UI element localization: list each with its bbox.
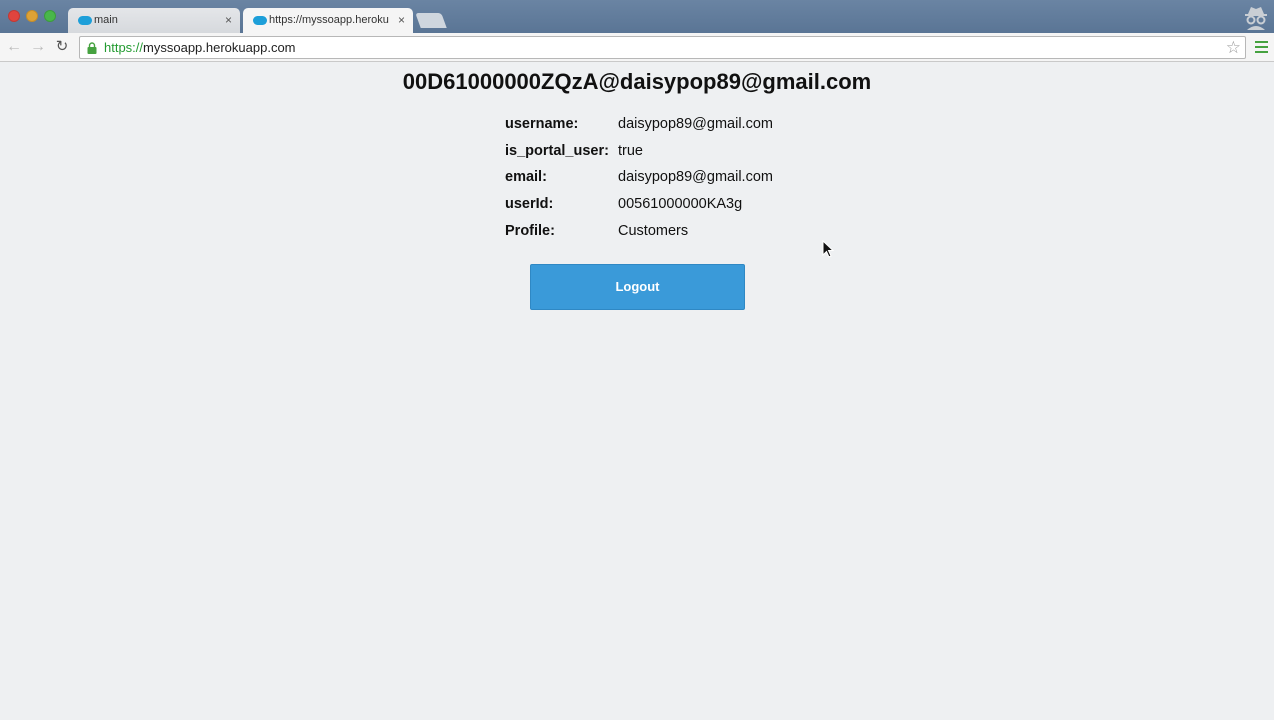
tab-close-icon[interactable]: × (398, 8, 405, 32)
tab-close-icon[interactable]: × (225, 8, 232, 32)
url-text: https://myssoapp.herokuapp.com (104, 37, 296, 58)
browser-toolbar: ← → ↻ https://myssoapp.herokuapp.com ☆ (0, 33, 1274, 62)
reload-icon[interactable]: ↻ (53, 38, 71, 56)
tab-label: main (94, 14, 118, 26)
window-maximize-button[interactable] (44, 10, 56, 22)
address-bar[interactable]: https://myssoapp.herokuapp.com ☆ (79, 36, 1246, 59)
logout-button[interactable]: Logout (530, 264, 745, 310)
lock-icon (87, 42, 97, 54)
incognito-icon (1245, 7, 1267, 30)
field-value: daisypop89@gmail.com (618, 169, 773, 186)
page-content: 00D61000000ZQzA@daisypop89@gmail.com use… (0, 63, 1274, 720)
field-value: Customers (618, 222, 689, 239)
browser-titlebar: main × https://myssoapp.herokuapp.com × (0, 0, 1274, 33)
field-label: username: (505, 116, 579, 132)
field-label: userId: (505, 196, 554, 213)
window-close-button[interactable] (8, 10, 20, 22)
field-value: true (618, 142, 643, 159)
page-title: 00D61000000ZQzA@daisypop89@gmail.com (402, 69, 872, 94)
field-value: 00561000000KA3g (618, 196, 743, 213)
salesforce-cloud-icon (78, 16, 92, 25)
browser-menu-icon[interactable] (1255, 41, 1268, 53)
tab-main[interactable]: main × (68, 8, 240, 33)
tab-myssoapp[interactable]: https://myssoapp.herokuapp.com × (243, 8, 413, 33)
window-minimize-button[interactable] (26, 10, 38, 22)
bookmark-star-icon[interactable]: ☆ (1226, 38, 1241, 58)
salesforce-cloud-icon (253, 16, 267, 25)
field-label: email: (505, 169, 547, 186)
field-label: is_portal_user: (505, 142, 609, 159)
url-host: myssoapp.herokuapp.com (143, 40, 296, 55)
mouse-cursor-icon (822, 240, 834, 258)
tab-label: https://myssoapp.herokuapp.com (269, 14, 389, 26)
back-arrow-icon[interactable]: ← (5, 38, 23, 56)
forward-arrow-icon[interactable]: → (29, 38, 47, 56)
url-scheme: https:// (104, 40, 144, 55)
field-label: Profile: (505, 222, 555, 239)
new-tab-button[interactable] (415, 13, 447, 28)
field-value: daisypop89@gmail.com (618, 116, 773, 132)
